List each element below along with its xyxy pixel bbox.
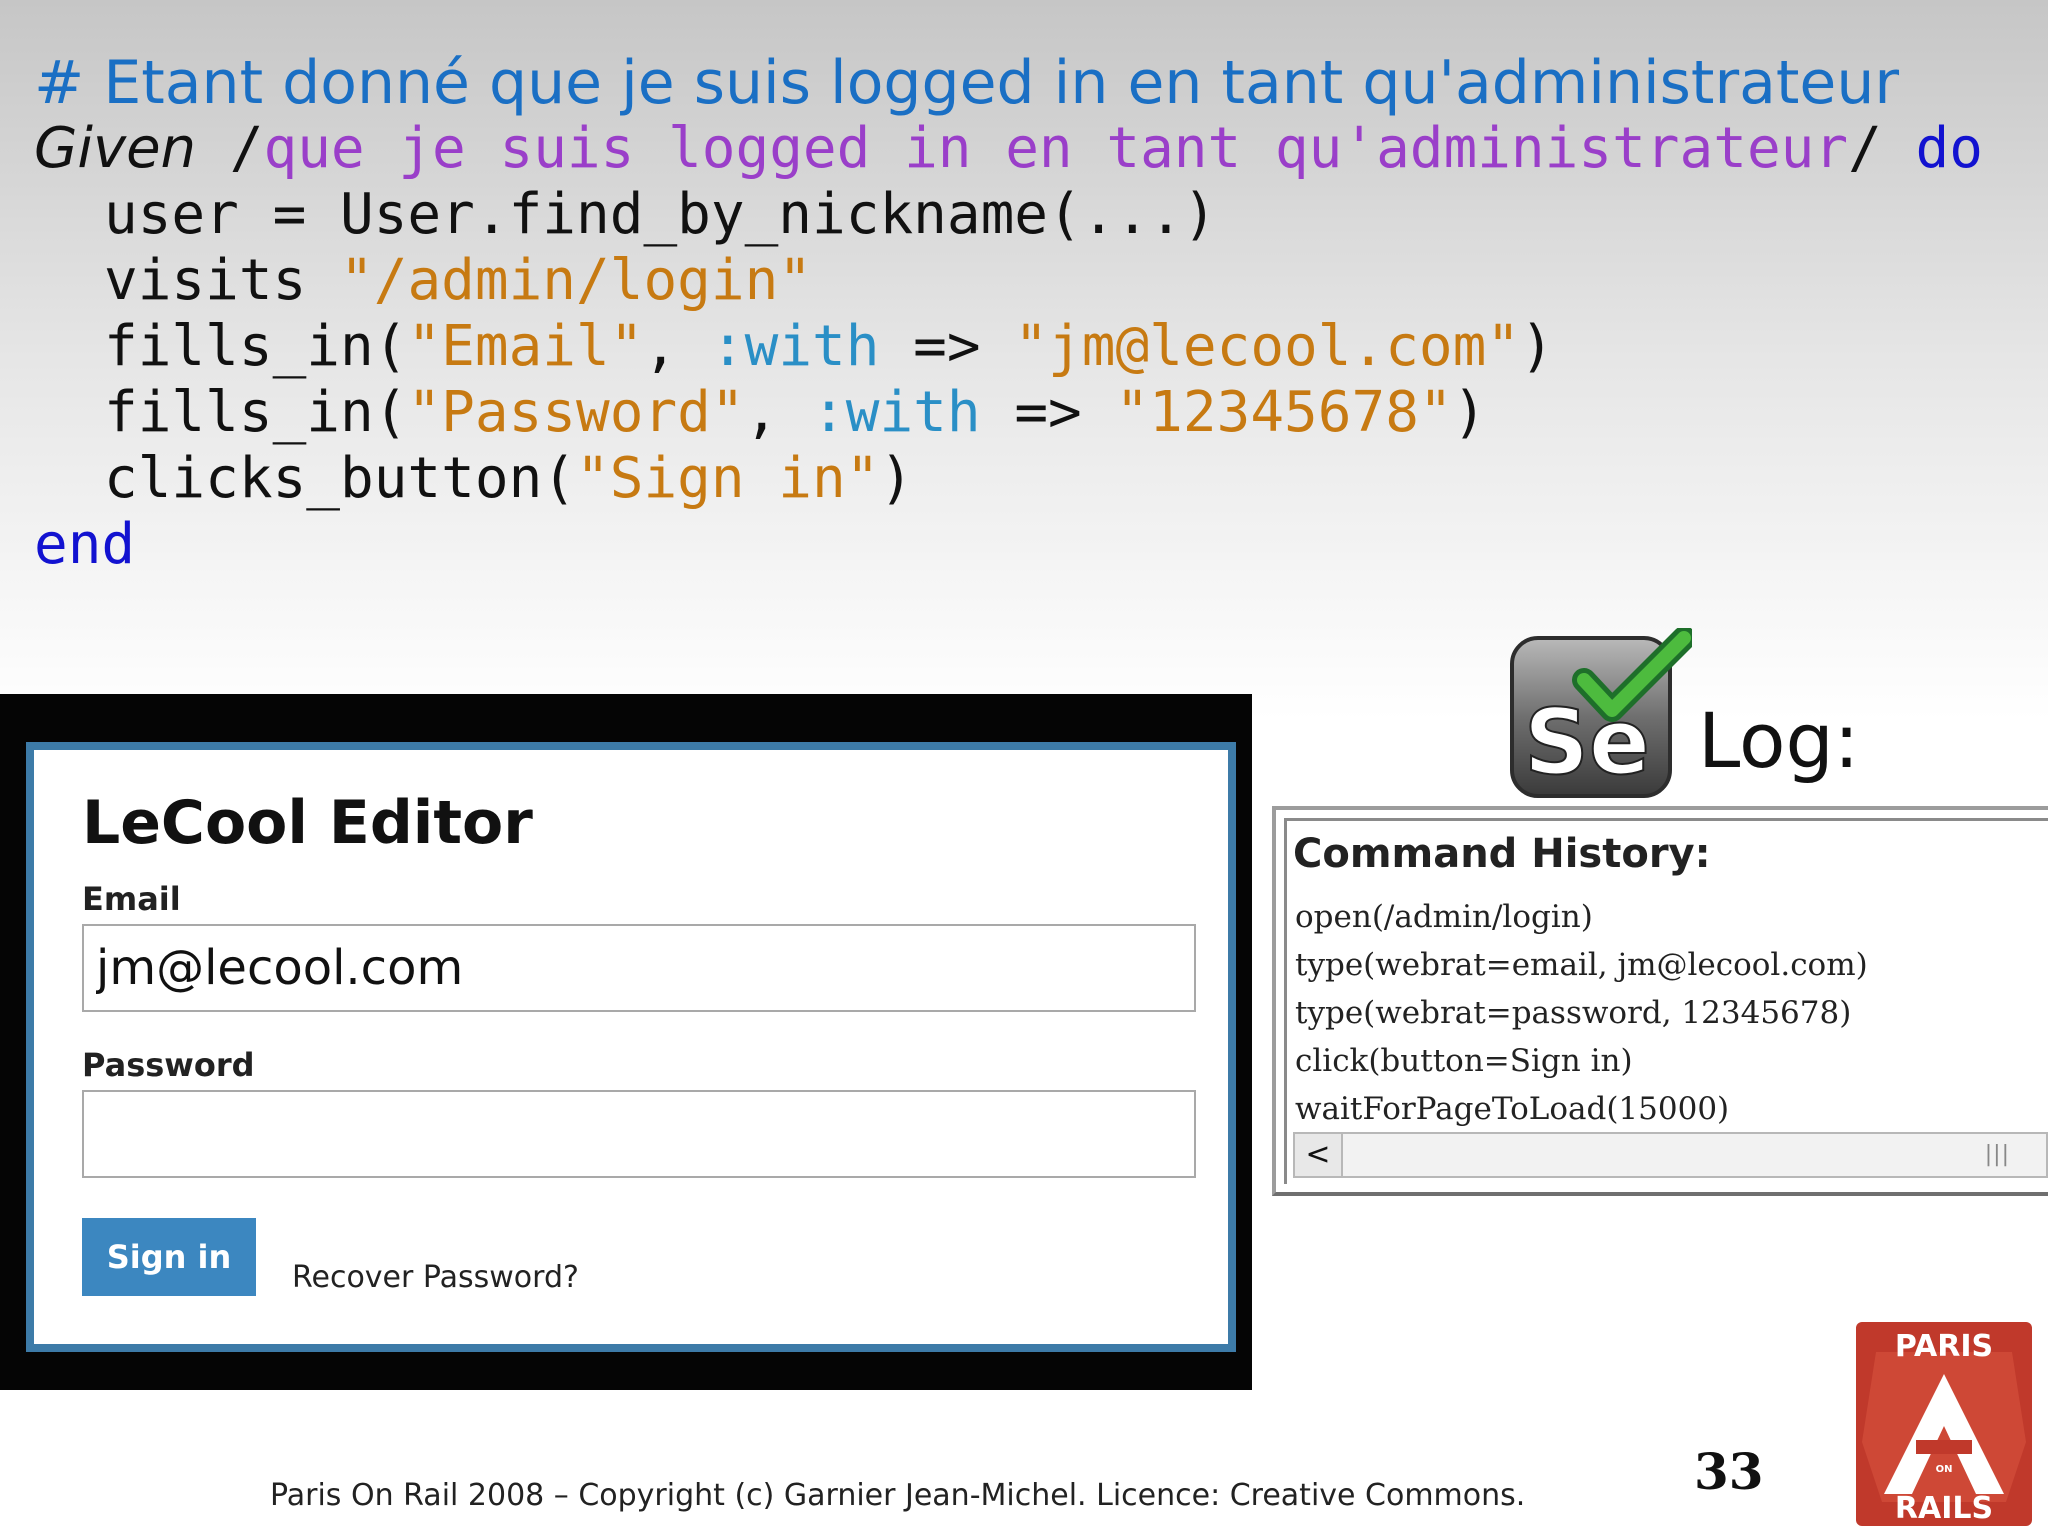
code-line-fills-password: fills_in("Password", :with => "12345678"… (34, 380, 2034, 446)
regex-open: / (196, 116, 264, 181)
step-regex: que je suis logged in en tant qu'adminis… (263, 116, 1849, 181)
sign-in-arg: "Sign in" (576, 446, 880, 511)
password-label-arg: "Password" (407, 380, 745, 445)
footer-copyright: Paris On Rail 2008 – Copyright (c) Garni… (270, 1478, 1526, 1513)
code-line-end: end (34, 512, 136, 577)
visits-call: visits (104, 248, 341, 313)
sign-in-button[interactable]: Sign in (82, 1218, 256, 1296)
close-paren: ) (879, 446, 914, 511)
login-panel: LeCool Editor Email Password Sign in Rec… (26, 742, 1236, 1352)
fills-in-call: fills_in( (104, 380, 408, 445)
paris-on-rails-logo: PARIS ON RAILS (1856, 1322, 2032, 1526)
command-history-item: open(/admin/login) (1295, 899, 1593, 935)
command-history-item: click(button=Sign in) (1295, 1043, 1633, 1079)
login-title: LeCool Editor (82, 788, 533, 858)
with-symbol: :with (710, 314, 880, 379)
visits-arg: "/admin/login" (340, 248, 813, 313)
recover-password-link[interactable]: Recover Password? (292, 1260, 579, 1295)
clicks-button-call: clicks_button( (104, 446, 577, 511)
logo-bottom-text: RAILS (1895, 1491, 1993, 1526)
password-input[interactable] (82, 1090, 1196, 1178)
login-form: LeCool Editor Email Password Sign in Rec… (34, 750, 1228, 1344)
command-history-item: waitForPageToLoad(15000) (1295, 1091, 1730, 1127)
horizontal-scrollbar[interactable]: < ||| (1293, 1132, 2048, 1178)
email-value-arg: "jm@lecool.com" (1014, 314, 1521, 379)
logo-top-text: PARIS (1895, 1329, 1993, 1364)
page-number: 33 (1694, 1442, 1764, 1501)
given-keyword: Given (34, 116, 197, 181)
fills-in-call: fills_in( (104, 314, 408, 379)
password-value-arg: "12345678" (1115, 380, 1453, 445)
email-input[interactable] (82, 924, 1196, 1012)
comma: , (643, 314, 711, 379)
logo-middle-text: ON (1936, 1464, 1953, 1475)
with-symbol: :with (812, 380, 981, 445)
close-paren: ) (1520, 314, 1554, 379)
scroll-grip-icon[interactable]: ||| (1985, 1142, 2010, 1167)
command-history-inner: Command History: open(/admin/login) type… (1284, 818, 2048, 1184)
command-history-item: type(webrat=email, jm@lecool.com) (1295, 947, 1868, 983)
scroll-left-arrow-icon[interactable]: < (1295, 1134, 1343, 1176)
selenium-logo-icon: Se (1510, 628, 1692, 798)
code-line-visits: visits "/admin/login" (34, 248, 2034, 314)
email-label-arg: "Email" (407, 314, 644, 379)
do-keyword: do (1915, 116, 1983, 181)
log-heading: Log: (1698, 696, 1860, 785)
arrow: => (980, 380, 1116, 445)
email-label: Email (82, 880, 181, 918)
code-line-fills-email: fills_in("Email", :with => "jm@lecool.co… (34, 314, 2034, 380)
code-line-given: Given /que je suis logged in en tant qu'… (34, 116, 2034, 182)
command-history-title: Command History: (1293, 831, 1711, 877)
command-history-list: open(/admin/login) type(webrat=email, jm… (1295, 893, 1868, 1133)
command-history-item: type(webrat=password, 12345678) (1295, 995, 1852, 1031)
code-block: # Etant donné que je suis logged in en t… (34, 50, 2034, 578)
regex-close: / (1848, 116, 1916, 181)
password-label: Password (82, 1046, 255, 1084)
close-paren: ) (1452, 380, 1487, 445)
comma: , (744, 380, 813, 445)
login-screenshot: LeCool Editor Email Password Sign in Rec… (0, 694, 1252, 1390)
code-line-user: user = User.find_by_nickname(...) (104, 182, 1217, 247)
arrow: => (879, 314, 1015, 379)
command-history-panel: Command History: open(/admin/login) type… (1272, 806, 2048, 1196)
code-line-clicks-button: clicks_button("Sign in") (34, 446, 2034, 512)
code-comment: # Etant donné que je suis logged in en t… (34, 48, 1900, 118)
